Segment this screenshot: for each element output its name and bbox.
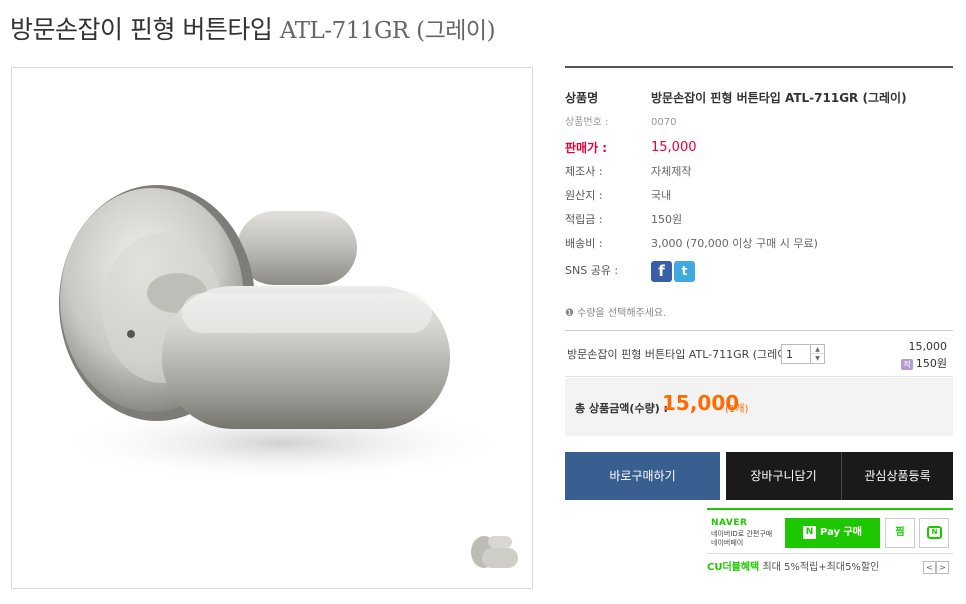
option-name: 방문손잡이 핀형 버튼타입 ATL-711GR (그레이) bbox=[567, 348, 792, 361]
thumbnail-image[interactable] bbox=[466, 528, 522, 576]
naver-pay-box: NAVER 네이버ID로 간편구매 네이버페이 N Pay 구매 찜 N CU더블… bbox=[707, 508, 953, 584]
cu-benefit-nav: < > bbox=[923, 561, 949, 574]
info-row-points: 적립금 : 150원 bbox=[565, 208, 953, 232]
page-title: 방문손잡이 핀형 버튼타입 ATL-711GR (그레이) bbox=[10, 10, 496, 46]
page-title-korean: 방문손잡이 핀형 버튼타입 bbox=[10, 15, 273, 44]
info-divider bbox=[565, 66, 953, 68]
cu-benefit-row: CU더블혜택 최대 5%적립+최대5%할인 < > bbox=[707, 558, 953, 578]
total-count: (1개) bbox=[725, 404, 749, 415]
info-label: 적립금 : bbox=[565, 213, 603, 226]
info-value: 0070 bbox=[651, 117, 677, 128]
quantity-input[interactable] bbox=[782, 345, 810, 363]
option-point: 적 150원 bbox=[900, 355, 947, 371]
quantity-stepper: ▲ ▼ bbox=[781, 344, 825, 364]
info-value: 150원 bbox=[651, 213, 683, 226]
total-price-box: 총 상품금액(수량) : 15,000 (1개) bbox=[565, 378, 953, 436]
naver-pay-button[interactable]: N Pay 구매 bbox=[785, 518, 880, 548]
naver-pay-panel: NAVER 네이버ID로 간편구매 네이버페이 N Pay 구매 찜 N bbox=[707, 508, 953, 554]
naver-n-icon: N bbox=[803, 525, 817, 539]
naver-pay-label: Pay 구매 bbox=[820, 527, 862, 538]
naver-desc-line1: 네이버ID로 간편구매 bbox=[711, 530, 773, 538]
quantity-down-button[interactable]: ▼ bbox=[810, 354, 824, 363]
naver-logo: NAVER bbox=[711, 518, 748, 528]
info-label: 제조사 : bbox=[565, 165, 603, 178]
info-value: 3,000 (70,000 이상 구매 시 무료) bbox=[651, 237, 818, 250]
info-value: 방문손잡이 핀형 버튼타입 ATL-711GR (그레이) bbox=[651, 91, 907, 105]
info-label: SNS 공유 : bbox=[565, 264, 619, 277]
buy-now-button[interactable]: 바로구매하기 bbox=[565, 452, 720, 500]
quantity-notice: ❶ 수량을 선택해주세요. bbox=[565, 308, 667, 319]
option-price: 15,000 bbox=[908, 340, 948, 353]
chevron-left-icon[interactable]: < bbox=[923, 561, 936, 574]
cu-benefit-label: CU더블혜택 bbox=[707, 562, 760, 573]
info-value: 국내 bbox=[651, 189, 672, 202]
info-label: 상품번호 : bbox=[565, 117, 609, 128]
quantity-up-button[interactable]: ▲ bbox=[810, 345, 824, 354]
info-row-maker: 제조사 : 자체제작 bbox=[565, 160, 953, 184]
point-badge-icon: 적 bbox=[900, 358, 913, 370]
naver-talk-icon: N bbox=[927, 526, 942, 539]
selected-option-row: 방문손잡이 핀형 버튼타입 ATL-711GR (그레이) ▲ ▼ 15,000… bbox=[565, 331, 953, 377]
info-row-name: 상품명 방문손잡이 핀형 버튼타입 ATL-711GR (그레이) bbox=[565, 86, 953, 110]
info-value: 15,000 bbox=[651, 140, 697, 155]
info-label: 상품명 bbox=[565, 91, 599, 105]
naver-jjim-button[interactable]: 찜 bbox=[885, 518, 915, 548]
info-value: 자체제작 bbox=[651, 165, 692, 178]
page-title-model: ATL-711GR bbox=[279, 18, 409, 44]
add-to-wishlist-button[interactable]: 관심상품등록 bbox=[841, 452, 953, 500]
info-row-shipping: 배송비 : 3,000 (70,000 이상 구매 시 무료) bbox=[565, 232, 953, 256]
chevron-right-icon[interactable]: > bbox=[936, 561, 949, 574]
page-title-color: (그레이) bbox=[416, 18, 496, 44]
info-label: 원산지 : bbox=[565, 189, 603, 202]
naver-desc-line2: 네이버페이 bbox=[711, 539, 744, 547]
naver-description: 네이버ID로 간편구매 네이버페이 bbox=[711, 530, 772, 548]
total-label: 총 상품금액(수량) : bbox=[575, 402, 668, 415]
info-label: 배송비 : bbox=[565, 237, 603, 250]
info-label: 판매가 : bbox=[565, 141, 608, 155]
info-row-origin: 원산지 : 국내 bbox=[565, 184, 953, 208]
add-to-cart-button[interactable]: 장바구니담기 bbox=[726, 452, 841, 500]
info-row-sns: SNS 공유 : f t bbox=[565, 259, 953, 283]
cu-benefit-text: 최대 5%적립+최대5%할인 bbox=[759, 562, 880, 573]
option-point-value: 150원 bbox=[915, 357, 947, 370]
naver-talk-button[interactable]: N bbox=[919, 518, 949, 548]
info-row-price: 판매가 : 15,000 bbox=[565, 136, 953, 160]
twitter-icon[interactable]: t bbox=[674, 261, 695, 282]
sns-share: f t bbox=[651, 261, 695, 282]
facebook-icon[interactable]: f bbox=[651, 261, 672, 282]
door-handle-icon bbox=[52, 185, 512, 483]
product-image[interactable] bbox=[11, 67, 533, 589]
info-row-code: 상품번호 : 0070 bbox=[565, 111, 953, 135]
